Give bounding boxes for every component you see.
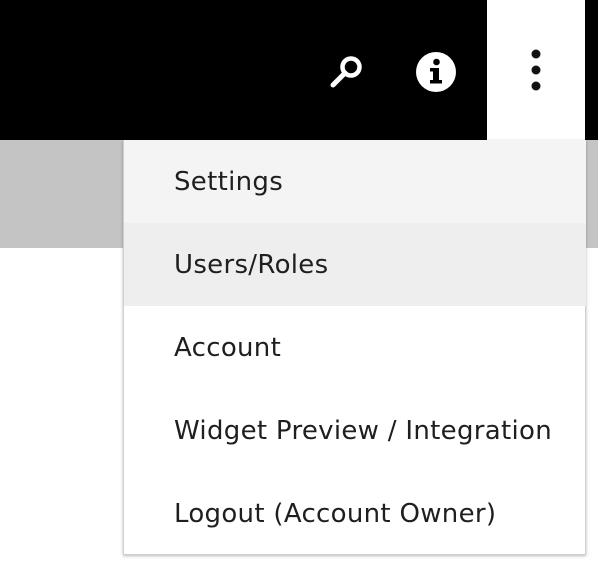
menu-item-label: Settings [174,166,284,197]
menu-item-label: Users/Roles [174,249,329,280]
search-button[interactable] [322,48,370,96]
menu-item-settings[interactable]: Settings [124,140,586,223]
menu-item-users-roles[interactable]: Users/Roles [124,223,586,306]
info-icon [416,52,456,92]
search-icon [330,56,362,88]
menu-item-widget-preview[interactable]: Widget Preview / Integration [124,389,586,472]
more-vertical-icon [531,49,541,91]
menu-item-label: Logout (Account Owner) [174,498,497,529]
menu-item-account[interactable]: Account [124,306,586,389]
top-app-bar [0,0,598,140]
menu-item-logout[interactable]: Logout (Account Owner) [124,472,586,555]
more-options-button[interactable] [487,0,585,140]
menu-item-label: Widget Preview / Integration [174,415,552,446]
overflow-menu: Settings Users/Roles Account Widget Prev… [123,140,586,555]
menu-item-label: Account [174,332,282,363]
info-button[interactable] [412,48,460,96]
